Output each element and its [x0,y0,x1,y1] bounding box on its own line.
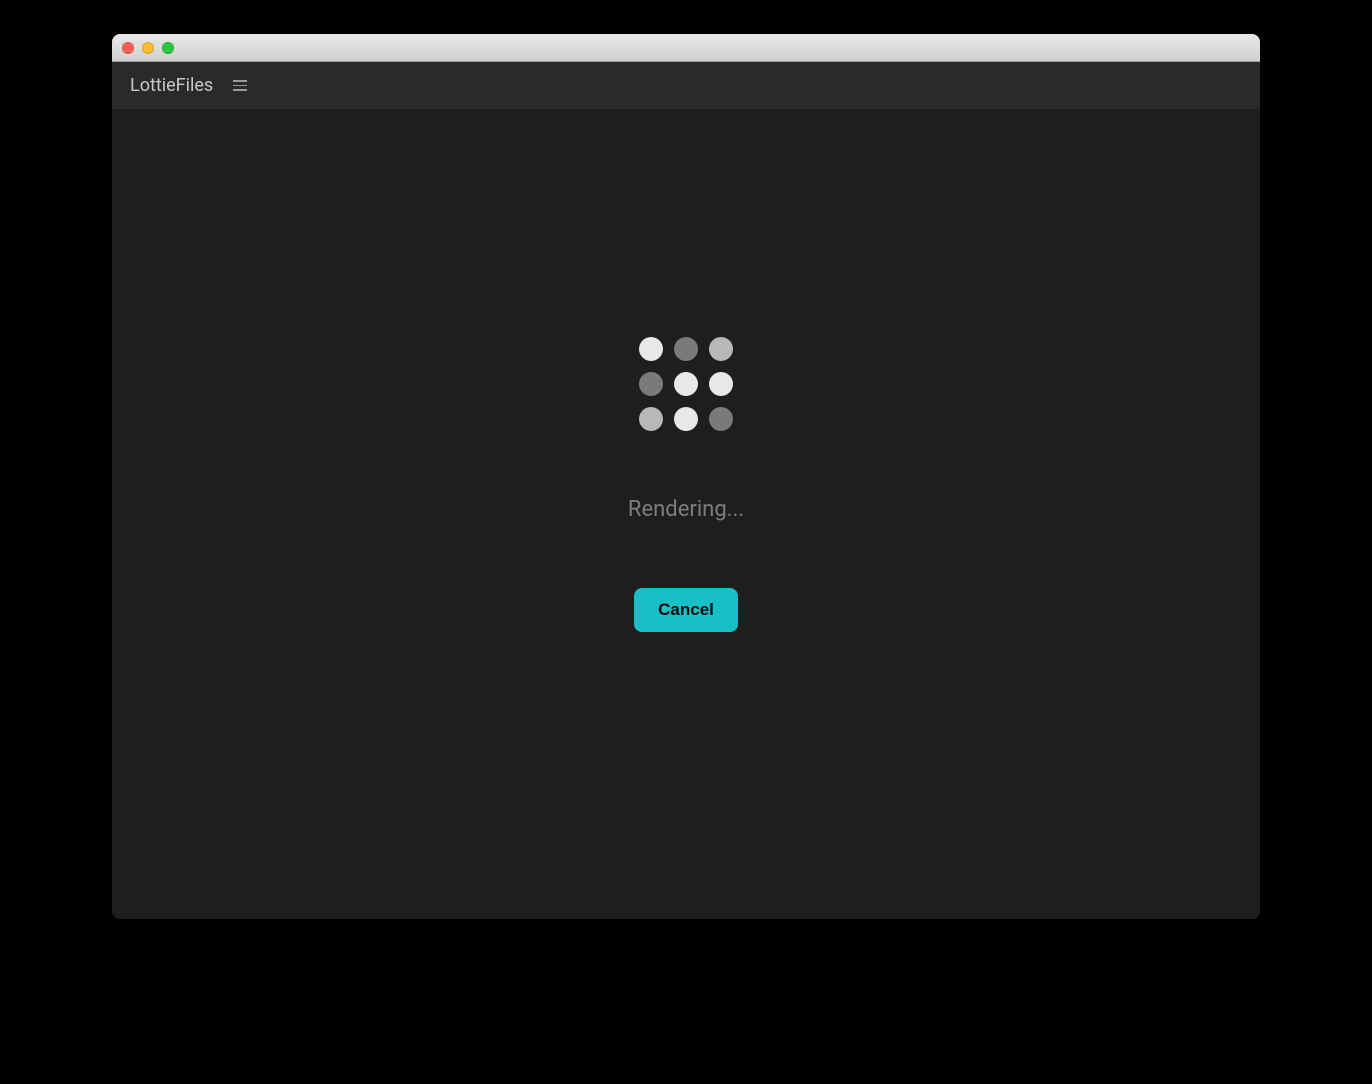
maximize-window-button[interactable] [162,42,174,54]
loader-dot [639,407,663,431]
loader-dot [639,372,663,396]
app-toolbar: LottieFiles [112,62,1260,110]
status-text: Rendering... [628,497,744,522]
loader-dot [674,372,698,396]
minimize-window-button[interactable] [142,42,154,54]
loader-dot [639,337,663,361]
loader-dot [709,372,733,396]
app-window: LottieFiles Rendering... Cancel [112,34,1260,919]
cancel-button[interactable]: Cancel [634,588,738,632]
loader-dot [709,407,733,431]
app-title: LottieFiles [130,75,213,96]
close-window-button[interactable] [122,42,134,54]
window-titlebar [112,34,1260,62]
loading-spinner-icon [639,337,733,431]
menu-icon[interactable] [229,76,251,95]
loader-dot [674,407,698,431]
loader-dot [709,337,733,361]
main-content: Rendering... Cancel [112,110,1260,919]
loader-dot [674,337,698,361]
